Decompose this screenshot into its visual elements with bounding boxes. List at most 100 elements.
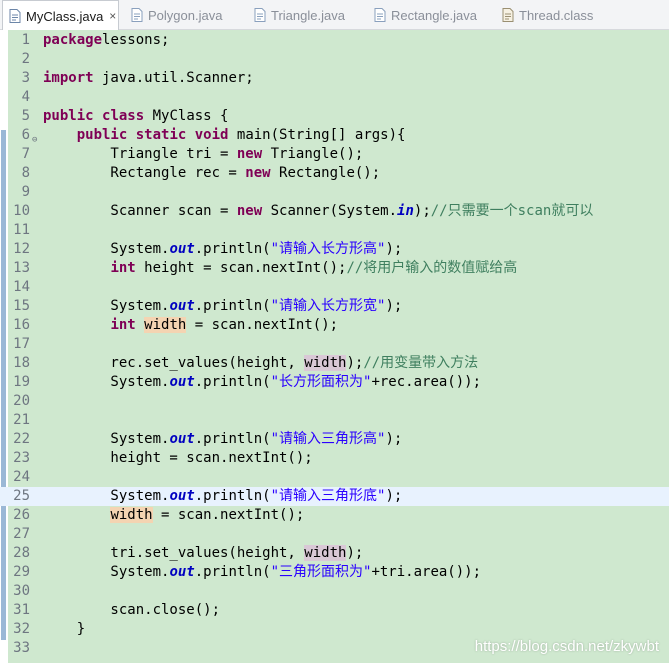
- code-line[interactable]: 27: [0, 525, 669, 544]
- code-text: tri.set_values(height, width);: [43, 544, 363, 563]
- code-line[interactable]: 8 Rectangle rec = new Rectangle();: [0, 164, 669, 183]
- code-text: Scanner scan = new Scanner(System.in);//…: [43, 202, 593, 221]
- line-number: 15: [13, 298, 30, 314]
- line-number: 13: [13, 260, 30, 276]
- code-token: .println(: [194, 241, 271, 257]
- line-number: 9: [21, 184, 30, 200]
- code-line[interactable]: 1 packagelessons;: [0, 31, 669, 50]
- line-number: 22: [13, 431, 30, 447]
- code-line[interactable]: 2: [0, 50, 669, 69]
- tab-label: Rectangle.java: [391, 7, 477, 23]
- tab-myclass-java[interactable]: MyClass.java ×: [2, 0, 119, 31]
- line-number: 17: [13, 336, 30, 352]
- line-number: 25: [13, 488, 30, 504]
- code-token: );: [385, 298, 403, 314]
- code-line[interactable]: 28 tri.set_values(height, width);: [0, 544, 669, 563]
- code-line[interactable]: 7 Triangle tri = new Triangle();: [0, 145, 669, 164]
- code-token: "三角形面积为": [270, 564, 372, 580]
- java-file-icon: [9, 9, 21, 23]
- close-icon[interactable]: ×: [109, 9, 116, 23]
- code-token: }: [43, 621, 86, 637]
- line-number: 31: [13, 602, 30, 618]
- code-line[interactable]: 5 public class MyClass {: [0, 107, 669, 126]
- java-file-icon: [374, 8, 386, 22]
- code-token: );: [346, 545, 364, 561]
- code-line[interactable]: 10 Scanner scan = new Scanner(System.in)…: [0, 202, 669, 221]
- code-line[interactable]: 11: [0, 221, 669, 240]
- code-line[interactable]: 23 height = scan.nextInt();: [0, 449, 669, 468]
- code-token: void: [194, 127, 229, 143]
- line-number: 11: [13, 222, 30, 238]
- code-line[interactable]: 22 System.out.println("请输入三角形高");: [0, 430, 669, 449]
- code-line[interactable]: 32 }: [0, 620, 669, 639]
- code-line[interactable]: 18 rec.set_values(height, width);//用变量带入…: [0, 354, 669, 373]
- code-text: rec.set_values(height, width);//用变量带入方法: [43, 354, 478, 373]
- code-line[interactable]: 3 import java.util.Scanner;: [0, 69, 669, 88]
- code-token: "长方形面积为": [270, 374, 372, 390]
- tab-thread-class[interactable]: Thread.class: [496, 0, 616, 30]
- code-line[interactable]: 4: [0, 88, 669, 107]
- code-line[interactable]: 31 scan.close();: [0, 601, 669, 620]
- code-token: .println(: [194, 298, 271, 314]
- code-line[interactable]: 26 width = scan.nextInt();: [0, 506, 669, 525]
- code-token: package: [43, 32, 103, 48]
- line-number: 18: [13, 355, 30, 371]
- code-token: //用变量带入方法: [363, 355, 479, 371]
- code-token: int: [110, 317, 136, 333]
- code-token: Scanner scan =: [43, 203, 237, 219]
- code-text: height = scan.nextInt();: [43, 449, 312, 468]
- code-token: System.: [43, 241, 170, 257]
- code-line[interactable]: 21: [0, 411, 669, 430]
- editor-tab-bar: MyClass.java × Polygon.java Triangle.jav…: [0, 0, 669, 31]
- code-line[interactable]: 30: [0, 582, 669, 601]
- code-token: +rec.area());: [371, 374, 482, 390]
- code-text: System.out.println("请输入长方形宽");: [43, 297, 402, 316]
- line-number: 1: [21, 32, 30, 48]
- code-line[interactable]: 24: [0, 468, 669, 487]
- tab-polygon-java[interactable]: Polygon.java: [125, 0, 245, 30]
- code-line[interactable]: 12 System.out.println("请输入长方形高");: [0, 240, 669, 259]
- class-file-icon: [502, 8, 514, 22]
- code-editor[interactable]: 1 packagelessons; 2 3 import java.util.Scann…: [0, 30, 669, 663]
- code-line[interactable]: 25 System.out.println("请输入三角形底");: [0, 487, 669, 506]
- code-line[interactable]: 14: [0, 278, 669, 297]
- line-number: 30: [13, 583, 30, 599]
- code-text: public static void main(String[] args){: [43, 126, 406, 145]
- code-token: System.: [43, 374, 170, 390]
- code-line[interactable]: 19 System.out.println("长方形面积为"+rec.area(…: [0, 373, 669, 392]
- code-line[interactable]: 16 int width = scan.nextInt();: [0, 316, 669, 335]
- code-token: java.util.Scanner;: [93, 70, 254, 86]
- line-number: 6: [21, 127, 30, 143]
- code-line[interactable]: 20: [0, 392, 669, 411]
- code-token: );: [385, 241, 403, 257]
- code-line[interactable]: 13 int height = scan.nextInt();//将用户输入的数…: [0, 259, 669, 278]
- code-token: Triangle tri =: [43, 146, 237, 162]
- code-line[interactable]: 9: [0, 183, 669, 202]
- code-token: = scan.nextInt();: [186, 317, 339, 333]
- code-text: int height = scan.nextInt();//将用户输入的数值赋给…: [43, 259, 517, 278]
- code-line[interactable]: 17: [0, 335, 669, 354]
- code-token: out: [169, 564, 195, 580]
- code-token: out: [169, 374, 195, 390]
- code-text: width = scan.nextInt();: [43, 506, 304, 525]
- code-token: out: [169, 431, 195, 447]
- code-token: public: [43, 108, 94, 124]
- java-file-icon: [254, 8, 266, 22]
- code-token: import: [43, 70, 94, 86]
- line-number: 5: [21, 108, 30, 124]
- code-token: Rectangle rec =: [43, 165, 246, 181]
- code-line[interactable]: 29 System.out.println("三角形面积为"+tri.area(…: [0, 563, 669, 582]
- code-text: System.out.println("三角形面积为"+tri.area());: [43, 563, 481, 582]
- code-line[interactable]: 6 ⊖ public static void main(String[] args…: [0, 126, 669, 145]
- tab-rectangle-java[interactable]: Rectangle.java: [368, 0, 496, 30]
- code-token: System.: [43, 298, 170, 314]
- code-token: "请输入长方形高": [270, 241, 386, 257]
- code-token: height = scan.nextInt();: [135, 260, 347, 276]
- code-text: System.out.println("长方形面积为"+rec.area());: [43, 373, 481, 392]
- code-token: public: [76, 127, 128, 143]
- tab-triangle-java[interactable]: Triangle.java: [248, 0, 368, 30]
- code-line[interactable]: 15 System.out.println("请输入长方形宽");: [0, 297, 669, 316]
